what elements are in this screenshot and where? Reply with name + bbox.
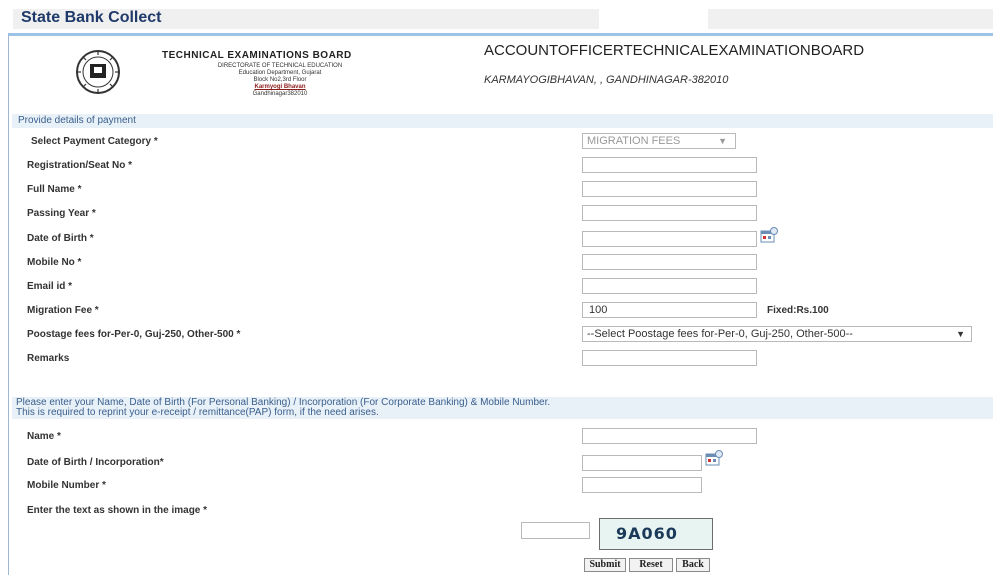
migration-fee-input[interactable]: 100 (582, 302, 757, 318)
org-name: TECHNICAL EXAMINATIONS BOARD (162, 50, 352, 61)
dob-label: Date of Birth * (27, 233, 94, 244)
captcha-image: 9A060 (599, 518, 713, 550)
full-name-label: Full Name * (27, 184, 82, 195)
postage-select-value: --Select Poostage fees for-Per-0, Guj-25… (587, 328, 853, 340)
payment-category-select[interactable]: MIGRATION FEES ▼ (582, 133, 736, 149)
postage-select[interactable]: --Select Poostage fees for-Per-0, Guj-25… (582, 326, 972, 342)
payment-category-value: MIGRATION FEES (587, 135, 681, 147)
org-line: Karmyogi Bhavan (254, 84, 306, 90)
app-title: State Bank Collect (21, 9, 162, 26)
submit-button[interactable]: Submit (584, 558, 626, 572)
captcha-label: Enter the text as shown in the image * (27, 505, 208, 516)
org-line: DIRECTORATE OF TECHNICAL EDUCATION (217, 63, 343, 69)
org-line: Block No2,3rd Floor (253, 77, 307, 83)
registration-label: Registration/Seat No * (27, 160, 133, 171)
account-title: ACCOUNTOFFICERTECHNICALEXAMINATIONBOARD (484, 42, 865, 59)
calendar-icon[interactable] (705, 450, 723, 466)
reprint-note-line: This is required to reprint your e-recei… (16, 407, 379, 418)
passing-year-input[interactable] (582, 205, 757, 221)
triangle-down-icon: ▼ (956, 329, 965, 339)
dob-incorporation-input[interactable] (582, 455, 702, 471)
org-line: Education Department, Gujarat (238, 70, 322, 76)
back-button[interactable]: Back (676, 558, 710, 572)
payment-section-header: Provide details of payment (12, 114, 993, 128)
merchant-header: TECHNICAL EXAMINATIONS BOARD DIRECTORATE… (12, 36, 993, 114)
name-input[interactable] (582, 428, 757, 444)
mobile-input[interactable] (582, 254, 757, 270)
email-label: Email id * (27, 281, 73, 292)
dob-incorporation-label: Date of Birth / Incorporation* (27, 457, 164, 468)
email-input[interactable] (582, 278, 757, 294)
remarks-label: Remarks (27, 353, 70, 364)
postage-label: Poostage fees for-Per-0, Guj-250, Other-… (27, 329, 241, 340)
triangle-down-icon: ▼ (718, 136, 727, 146)
full-name-input[interactable] (582, 181, 757, 197)
passing-year-label: Passing Year * (27, 208, 96, 219)
dob-input[interactable] (582, 231, 757, 247)
board-seal-icon (76, 50, 120, 94)
name-label: Name * (27, 431, 61, 442)
account-address: KARMAYOGIBHAVAN, , GANDHINAGAR-382010 (484, 74, 729, 86)
captcha-input[interactable] (521, 522, 590, 539)
reset-button[interactable]: Reset (629, 558, 673, 572)
mobile-number-label: Mobile Number * (27, 480, 106, 491)
reprint-note: Please enter your Name, Date of Birth (F… (12, 397, 993, 419)
org-line: Gandhinagar382010 (252, 91, 308, 97)
top-bar: State Bank Collect (0, 0, 993, 32)
remarks-input[interactable] (582, 350, 757, 366)
fixed-fee-text: Fixed:Rs.100 (767, 305, 829, 316)
registration-input[interactable] (582, 157, 757, 173)
mobile-number-input[interactable] (582, 477, 702, 493)
top-bar-band-right (708, 9, 993, 29)
org-address-block: DIRECTORATE OF TECHNICAL EDUCATION Educa… (162, 63, 398, 98)
calendar-icon[interactable] (760, 227, 778, 243)
mobile-label: Mobile No * (27, 257, 82, 268)
payment-category-label: Select Payment Category * (31, 136, 158, 147)
migration-fee-label: Migration Fee * (27, 305, 99, 316)
